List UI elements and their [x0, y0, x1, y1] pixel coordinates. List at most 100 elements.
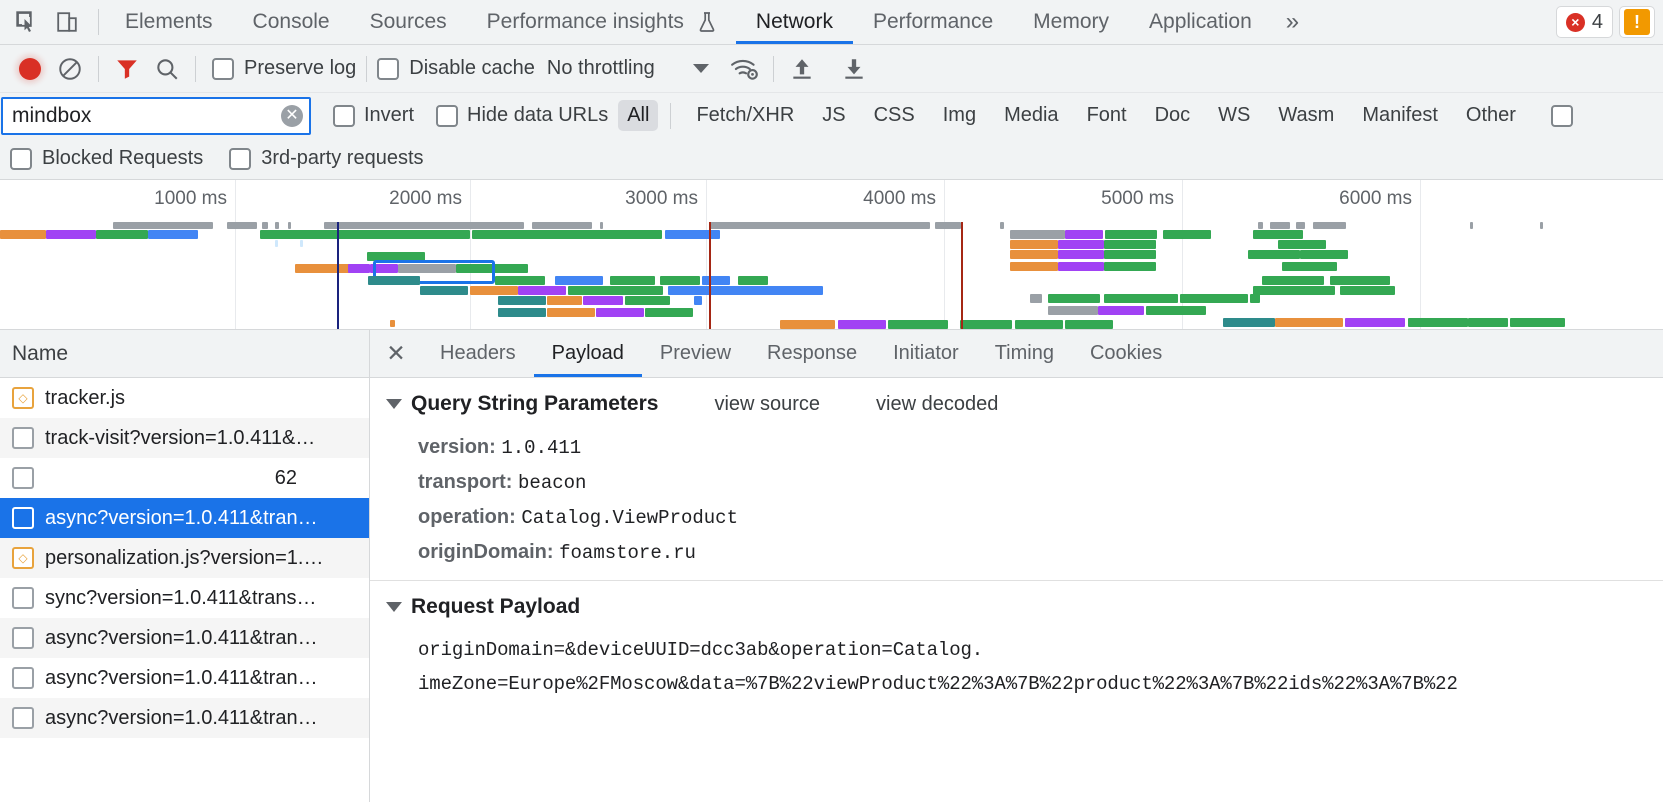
filter-divider — [670, 102, 672, 129]
query-string-section: Query String Parameters view source view… — [370, 378, 1663, 581]
section-title: Query String Parameters — [411, 392, 659, 415]
inspect-element-icon[interactable] — [12, 7, 42, 37]
type-filter-media[interactable]: Media — [995, 100, 1067, 131]
type-filter-manifest[interactable]: Manifest — [1353, 100, 1447, 131]
type-filter-font[interactable]: Font — [1078, 100, 1136, 131]
tab-label: Headers — [440, 342, 516, 364]
payload-line: imeZone=Europe%2FMoscow&data=%7B%22viewP… — [370, 667, 1663, 701]
hide-data-urls-checkbox[interactable]: Hide data URLs — [436, 104, 608, 127]
tab-label: Preview — [659, 342, 732, 364]
upload-icon — [793, 58, 811, 79]
type-filter-doc[interactable]: Doc — [1146, 100, 1200, 131]
type-filter-js[interactable]: JS — [813, 100, 854, 131]
table-row[interactable]: async?version=1.0.411&tran… — [0, 698, 369, 738]
filter-input[interactable] — [1, 96, 311, 135]
error-count-badge[interactable]: × 4 — [1555, 6, 1613, 38]
overview-bars — [0, 222, 1663, 329]
clear-button[interactable] — [52, 51, 88, 87]
record-button[interactable] — [12, 51, 48, 87]
search-button[interactable] — [149, 51, 185, 87]
clear-filter-icon[interactable]: ✕ — [281, 104, 303, 127]
more-filters-checkbox[interactable] — [1550, 104, 1573, 127]
tab-payload[interactable]: Payload — [533, 330, 643, 377]
warning-badge[interactable]: ! — [1619, 6, 1655, 38]
request-name: async?version=1.0.411&tran… — [45, 626, 318, 649]
type-filter-ws[interactable]: WS — [1209, 100, 1259, 131]
view-source-link[interactable]: view source — [714, 393, 820, 416]
tab-console[interactable]: Console — [233, 0, 350, 44]
request-detail-panel: ✕ Headers Payload Preview Response Initi… — [370, 330, 1663, 802]
request-payload-header[interactable]: Request Payload — [370, 581, 1663, 633]
invert-checkbox[interactable]: Invert — [333, 104, 414, 127]
type-filter-fetch-xhr[interactable]: Fetch/XHR — [687, 100, 803, 131]
tab-timing[interactable]: Timing — [977, 330, 1072, 377]
table-row[interactable]: async?version=1.0.411&tran… — [0, 658, 369, 698]
table-row[interactable]: ◇ tracker.js — [0, 378, 369, 418]
type-filter-css[interactable]: CSS — [865, 100, 924, 131]
table-row[interactable]: sync?version=1.0.411&trans… — [0, 578, 369, 618]
request-list-header[interactable]: Name — [0, 330, 369, 378]
tab-application[interactable]: Application — [1129, 0, 1272, 44]
download-icon — [845, 58, 863, 79]
tab-sources[interactable]: Sources — [350, 0, 467, 44]
throttling-select[interactable]: No throttling — [547, 57, 709, 80]
filter-button[interactable] — [109, 51, 145, 87]
import-har-button[interactable] — [784, 51, 820, 87]
table-row[interactable]: async?version=1.0.411&tran… — [0, 618, 369, 658]
type-filter-other[interactable]: Other — [1457, 100, 1525, 131]
tab-label: Elements — [125, 10, 213, 33]
tab-label: Timing — [994, 342, 1054, 364]
record-icon — [19, 57, 41, 80]
clear-icon — [59, 57, 81, 80]
tab-preview[interactable]: Preview — [642, 330, 749, 377]
request-name: async?version=1.0.411&tran… — [45, 506, 318, 529]
request-rows: ◇ tracker.js track-visit?version=1.0.411… — [0, 378, 369, 802]
triangle-down-icon[interactable] — [386, 399, 402, 409]
tab-performance[interactable]: Performance — [853, 0, 1013, 44]
table-row[interactable]: track-visit?version=1.0.411&… — [0, 418, 369, 458]
third-party-requests-checkbox[interactable]: 3rd-party requests — [229, 147, 424, 170]
doc-file-icon — [12, 427, 34, 449]
network-conditions-button[interactable] — [727, 51, 763, 87]
tab-elements[interactable]: Elements — [105, 0, 233, 44]
view-decoded-link[interactable]: view decoded — [876, 393, 998, 416]
tab-headers[interactable]: Headers — [422, 330, 534, 377]
preserve-log-checkbox[interactable]: Preserve log — [212, 57, 356, 80]
query-string-header[interactable]: Query String Parameters view source view… — [370, 378, 1663, 430]
filter-input-wrapper: ✕ — [1, 96, 311, 135]
filter-icon — [117, 59, 137, 79]
more-tabs-icon[interactable]: » — [1272, 0, 1313, 44]
checkbox-box — [10, 147, 32, 170]
tab-memory[interactable]: Memory — [1013, 0, 1129, 44]
doc-file-icon — [12, 587, 34, 609]
tab-label: Cookies — [1089, 342, 1163, 364]
param-key: version: — [418, 436, 496, 458]
error-icon: × — [1565, 12, 1585, 32]
request-name: personalization.js?version=1.… — [45, 546, 324, 569]
blocked-requests-checkbox[interactable]: Blocked Requests — [10, 147, 203, 170]
type-filter-img[interactable]: Img — [934, 100, 985, 131]
tab-response[interactable]: Response — [749, 330, 875, 377]
type-filter-all[interactable]: All — [618, 100, 659, 131]
panel-tabs: Elements Console Sources Performance ins… — [105, 0, 1556, 44]
tab-initiator[interactable]: Initiator — [875, 330, 977, 377]
tab-label: Memory — [1033, 10, 1110, 33]
tab-network[interactable]: Network — [735, 0, 853, 44]
search-icon — [157, 58, 178, 79]
error-count-label: 4 — [1591, 10, 1603, 33]
table-row[interactable]: async?version=1.0.411&tran… — [0, 498, 369, 538]
disable-cache-checkbox[interactable]: Disable cache — [377, 57, 535, 80]
type-filter-wasm[interactable]: Wasm — [1269, 100, 1343, 131]
network-overview-timeline[interactable]: 1000 ms 2000 ms 3000 ms 4000 ms 5000 ms … — [0, 180, 1663, 330]
toolbar-divider — [98, 55, 99, 82]
triangle-down-icon[interactable] — [386, 602, 402, 612]
tab-cookies[interactable]: Cookies — [1072, 330, 1180, 377]
table-row[interactable]: ◇ personalization.js?version=1.… — [0, 538, 369, 578]
tab-performance-insights[interactable]: Performance insights — [467, 0, 736, 44]
devtools-tools — [0, 7, 92, 37]
table-row[interactable]: 62 — [0, 458, 369, 498]
close-icon[interactable]: ✕ — [370, 330, 422, 377]
export-har-button[interactable] — [836, 51, 872, 87]
payload-text: &deviceUUID=dcc — [564, 639, 735, 661]
device-toolbar-icon[interactable] — [52, 7, 82, 37]
